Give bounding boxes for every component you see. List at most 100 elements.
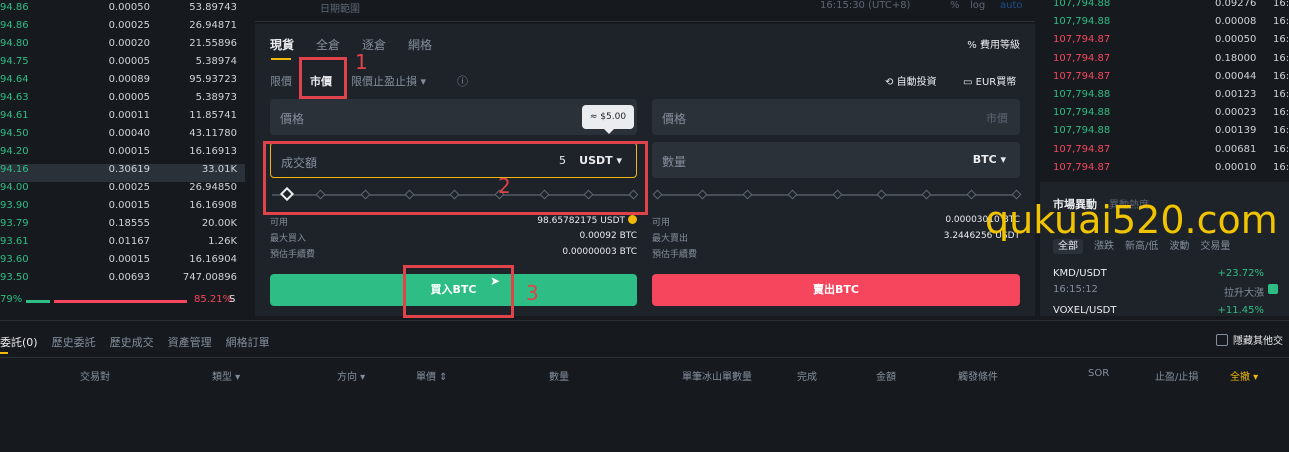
annotation-box-2 — [263, 141, 648, 215]
trade-row: 107,794.88 0.00023 16: — [1040, 107, 1289, 125]
tab-open-orders[interactable]: 委託(0) — [0, 336, 38, 349]
annotation-number-3: 3 — [526, 281, 539, 305]
orders-panel: 委託(0) 歷史委託 歷史成交 資產管理 網格訂單 隱藏其他交 交易對 類型 ▾ 方向 … — [0, 320, 1289, 452]
trade-price: 107,794.87 — [1053, 161, 1111, 173]
recent-trades: 107,794.88 0.09276 16: 107,794.88 0.00008 16:… — [1040, 0, 1289, 175]
trade-row: 107,794.87 0.00010 16: — [1040, 162, 1289, 180]
eur-buy-link[interactable]: ▭ EUR買幣 — [963, 73, 1016, 88]
order-book-row[interactable]: 94.80 0.00020 21.55896 — [0, 38, 245, 56]
order-book-total: 33.01K — [201, 164, 237, 175]
log-scale-button[interactable]: log — [970, 0, 985, 11]
slider-step-marker — [697, 189, 708, 200]
trade-price: 107,794.87 — [1053, 52, 1111, 64]
sell-percent-slider[interactable] — [652, 188, 1022, 202]
mover-item[interactable]: VOXEL/USDT +11.45% — [1053, 305, 1278, 316]
tab-cross[interactable]: 全倉 — [316, 38, 340, 52]
order-book-total: 95.93723 — [189, 74, 237, 85]
order-book-amount: 0.01167 — [108, 236, 150, 247]
sell-qty-unit-select[interactable]: BTC ▾ — [973, 153, 1006, 166]
mover-item[interactable]: KMD/USDT +23.72% 16:15:12 拉升大漲 — [1053, 268, 1278, 300]
tab-asset-management[interactable]: 資產管理 — [168, 336, 212, 349]
trade-row: 107,794.87 0.00681 16: — [1040, 144, 1289, 162]
mover-tab-change[interactable]: 漲跌 — [1094, 241, 1114, 252]
deposit-icon[interactable] — [628, 215, 637, 224]
active-tab-indicator — [0, 352, 8, 354]
sell-ratio: 85.21% — [194, 294, 233, 305]
order-book-row[interactable]: 93.61 0.01167 1.26K — [0, 236, 245, 254]
order-book-row[interactable]: 94.20 0.00015 16.16913 — [0, 146, 245, 164]
buy-sell-ratio: 79% 85.21% S — [0, 294, 245, 310]
sell-qty-label: 數量 — [662, 155, 687, 169]
order-book-amount: 0.00005 — [108, 56, 150, 67]
order-book-price: 93.61 — [0, 236, 29, 247]
order-book-row[interactable]: 94.00 0.00025 26.94850 — [0, 182, 245, 200]
order-book-price: 94.16 — [0, 164, 29, 175]
max-sell-label: 最大賣出 — [652, 234, 689, 244]
date-range-button[interactable]: 日期範圍 — [320, 0, 360, 15]
auto-scale-button[interactable]: auto — [1000, 0, 1023, 11]
buy-available-value-wrap: 98.65782175 USDT — [537, 215, 637, 226]
chart-time: 16:15:30 (UTC+8) — [820, 0, 911, 11]
slider-step-marker — [966, 189, 977, 200]
fee-level-link[interactable]: % 費用等級 — [967, 36, 1020, 51]
order-book-price: 94.63 — [0, 92, 29, 103]
max-buy-value: 0.00092 BTC — [579, 231, 637, 241]
buy-info: 可用 98.65782175 USDT 最大買入 0.00092 BTC 預估手續費… — [270, 215, 637, 263]
tab-grid[interactable]: 網格 — [408, 38, 432, 52]
sell-btc-button[interactable]: 賣出BTC — [652, 274, 1020, 306]
order-book-row[interactable]: 93.90 0.00015 16.16908 — [0, 200, 245, 218]
slider-step-marker — [876, 189, 887, 200]
trade-price: 107,794.88 — [1053, 125, 1111, 137]
mover-tab-high-low[interactable]: 新高/低 — [1125, 241, 1158, 252]
order-book-row[interactable]: 94.50 0.00040 43.11780 — [0, 128, 245, 146]
order-book-row[interactable]: 94.16 0.30619 33.01K — [0, 164, 245, 182]
tab-grid-orders[interactable]: 網格訂單 — [226, 336, 270, 349]
order-book-row[interactable]: 93.50 0.00693 747.00896 — [0, 272, 245, 290]
mover-tab-volume[interactable]: 交易量 — [1200, 241, 1230, 252]
order-book-row[interactable]: 94.64 0.00089 95.93723 — [0, 74, 245, 92]
col-side[interactable]: 方向 ▾ — [337, 368, 365, 383]
order-book-row[interactable]: 94.86 0.00050 53.89743 — [0, 2, 245, 20]
sell-ratio-bar — [54, 300, 187, 303]
trade-price: 107,794.88 — [1053, 16, 1111, 28]
percent-icon: % — [967, 40, 977, 51]
mover-tab-volatility[interactable]: 波動 — [1169, 241, 1189, 252]
order-book-row[interactable]: 94.86 0.00025 26.94871 — [0, 20, 245, 38]
buy-price-label: 價格 — [280, 112, 305, 126]
buy-available-value: 98.65782175 USDT — [537, 216, 625, 226]
order-book-row[interactable]: 93.60 0.00015 16.16904 — [0, 254, 245, 272]
order-book-total: 5.38974 — [195, 56, 237, 67]
tab-stop-limit[interactable]: 限價止盈止損 ▾ — [351, 73, 426, 89]
trade-price: 107,794.87 — [1053, 34, 1111, 46]
mover-change: +23.72% — [1217, 268, 1264, 279]
max-buy-label: 最大買入 — [270, 234, 307, 244]
percent-scale-button[interactable]: % — [950, 0, 960, 11]
tab-limit[interactable]: 限價 — [270, 73, 292, 89]
order-book-total: 5.38973 — [195, 92, 237, 103]
col-iceberg: 單筆冰山單數量 — [682, 372, 752, 383]
order-book-price: 94.20 — [0, 146, 29, 157]
order-book-row[interactable]: 94.61 0.00011 11.85741 — [0, 110, 245, 128]
tab-order-history[interactable]: 歷史委託 — [52, 336, 96, 349]
trade-time: 16: — [1273, 52, 1289, 64]
col-trigger: 觸發條件 — [958, 372, 998, 383]
col-type[interactable]: 類型 ▾ — [212, 368, 240, 383]
order-book-price: 94.50 — [0, 128, 29, 139]
tab-trade-history[interactable]: 歷史成交 — [110, 336, 154, 349]
order-book-total: 16.16904 — [189, 254, 237, 265]
col-price[interactable]: 單價 ⇕ — [416, 368, 448, 383]
auto-invest-link[interactable]: ⟲ 自動投資 — [885, 73, 937, 88]
annotation-number-1: 1 — [355, 50, 368, 74]
hide-other-pairs-checkbox[interactable]: 隱藏其他交 — [1216, 332, 1283, 347]
cancel-all-button[interactable]: 全撤 ▾ — [1230, 368, 1258, 383]
info-icon[interactable]: ⓘ — [457, 73, 468, 89]
sell-price-field[interactable]: 價格 市價 — [652, 99, 1020, 135]
sell-qty-input[interactable]: 數量 BTC ▾ — [652, 142, 1020, 178]
order-book-row[interactable]: 94.63 0.00005 5.38973 — [0, 92, 245, 110]
order-book-price: 94.64 — [0, 74, 29, 85]
tab-spot[interactable]: 現貨 — [270, 38, 294, 52]
order-book-price: 94.86 — [0, 2, 29, 13]
order-book-row[interactable]: 94.75 0.00005 5.38974 — [0, 56, 245, 74]
order-book-amount: 0.00015 — [108, 254, 150, 265]
order-book-row[interactable]: 93.79 0.18555 20.00K — [0, 218, 245, 236]
